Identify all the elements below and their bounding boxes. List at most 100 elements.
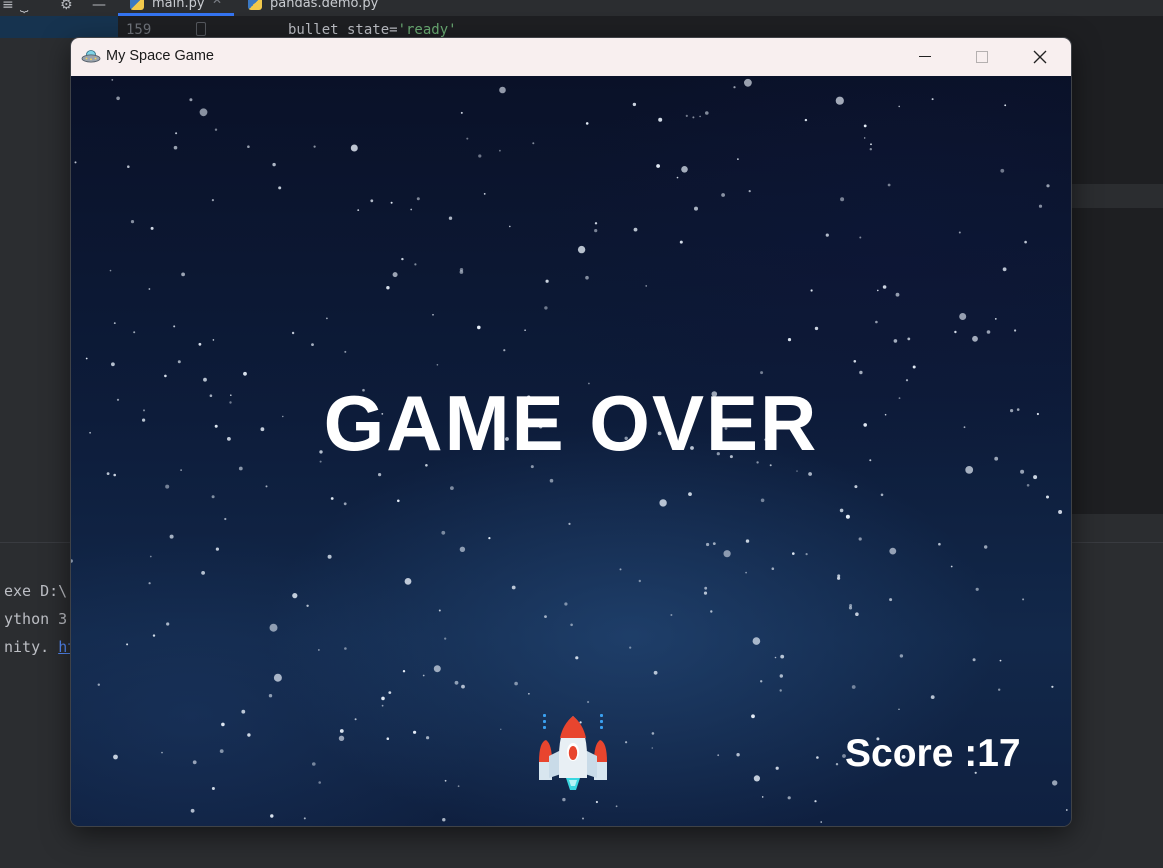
maximize-button[interactable] (953, 38, 1011, 76)
tab-main-py[interactable]: main.py ✕ (118, 0, 234, 16)
fold-marker-icon[interactable] (196, 22, 206, 36)
star (354, 718, 357, 721)
minimize-button[interactable] (896, 38, 954, 76)
star (390, 201, 393, 204)
star (524, 329, 526, 331)
star (161, 751, 163, 754)
star (999, 659, 1002, 662)
expand-icon[interactable]: ⏟ (20, 0, 28, 13)
star (814, 800, 817, 803)
star (381, 704, 384, 707)
star (528, 693, 530, 695)
star (126, 643, 129, 646)
star (106, 472, 110, 475)
star (858, 537, 862, 541)
star (736, 753, 740, 757)
game-canvas[interactable]: GAME OVER Score:17 (71, 76, 1071, 826)
collapse-icon[interactable]: ≡ (2, 0, 14, 13)
star (877, 289, 879, 292)
star (457, 785, 460, 788)
star (710, 610, 713, 613)
star (150, 226, 154, 230)
star (109, 269, 112, 272)
star (461, 684, 465, 689)
star (816, 756, 819, 759)
star (986, 330, 991, 334)
star (111, 79, 114, 81)
star (1038, 204, 1043, 208)
star (959, 313, 967, 320)
star (545, 279, 549, 283)
minimize-icon (919, 56, 931, 57)
hide-icon[interactable]: — (92, 0, 106, 13)
star (1026, 484, 1030, 487)
game-window: My Space Game GAME OVER Score:17 (71, 38, 1071, 826)
star (438, 609, 441, 612)
star (1046, 184, 1050, 188)
star (211, 787, 215, 790)
tab-pandas-demo-py[interactable]: pandas.demo.py (236, 0, 440, 16)
code-string: 'ready' (397, 22, 457, 38)
star (544, 615, 547, 618)
star (442, 818, 446, 822)
close-button[interactable] (1011, 38, 1069, 76)
star (478, 154, 482, 158)
star (74, 161, 77, 164)
star (311, 343, 314, 346)
code-line[interactable]: bullet_state='ready' (288, 22, 457, 38)
project-tree-selected-row[interactable] (0, 16, 118, 38)
star (1002, 267, 1007, 272)
star (564, 602, 568, 606)
ide-toolbar: ≡ ⏟ ⚙ — (0, 0, 118, 16)
star (247, 733, 251, 737)
star (243, 371, 247, 376)
star (705, 111, 709, 115)
star (760, 680, 763, 683)
score-value: 17 (977, 732, 1021, 775)
window-title: My Space Game (106, 48, 214, 64)
star (898, 708, 900, 710)
star (699, 115, 701, 118)
star (869, 148, 872, 151)
star (889, 598, 893, 602)
star (441, 530, 446, 535)
star (130, 220, 135, 224)
star (1065, 809, 1068, 811)
star (594, 229, 598, 233)
console-line: exe D:\ (4, 582, 68, 600)
star (381, 696, 385, 701)
tab-label: main.py (152, 0, 205, 11)
star (899, 654, 904, 658)
star (173, 325, 176, 328)
star (792, 552, 795, 555)
star (839, 508, 844, 513)
star (166, 622, 170, 626)
close-tab-icon[interactable]: ✕ (212, 0, 222, 6)
star (658, 117, 663, 122)
star (753, 775, 761, 782)
star (859, 236, 862, 239)
star (181, 272, 185, 277)
star (629, 646, 632, 649)
star (318, 781, 321, 784)
star (787, 796, 791, 800)
star (895, 292, 900, 297)
editor-gutter: 159 (118, 16, 246, 38)
window-titlebar[interactable]: My Space Game (71, 38, 1071, 76)
console-line: ython 3. (4, 610, 77, 628)
gear-icon[interactable]: ⚙ (60, 0, 73, 13)
star (97, 683, 100, 686)
star (594, 222, 598, 225)
ufo-icon (81, 50, 101, 63)
star (859, 370, 863, 375)
star (500, 728, 502, 730)
star (388, 691, 392, 694)
star (338, 735, 345, 741)
star (401, 257, 404, 261)
console-line: nity. ht (4, 638, 76, 656)
star (269, 623, 278, 632)
star (215, 547, 219, 551)
star (633, 227, 638, 232)
star (278, 186, 282, 190)
star (748, 190, 751, 193)
